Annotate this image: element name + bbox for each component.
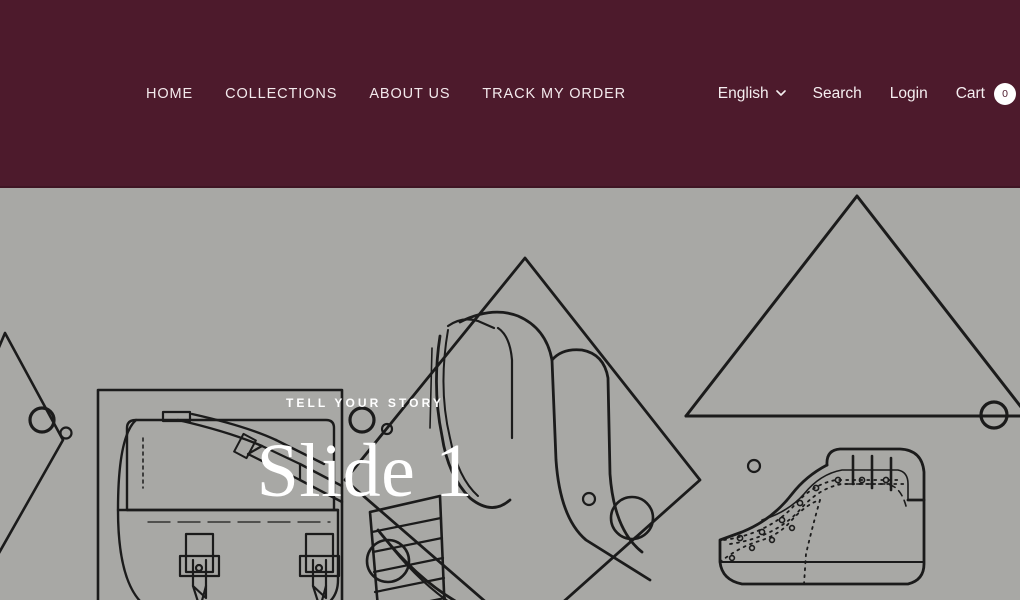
- cart-count-badge: 0: [994, 83, 1016, 105]
- cart-button[interactable]: Cart 0: [956, 74, 1016, 114]
- hero-slide[interactable]: TELL YOUR STORY Slide 1: [0, 188, 1020, 600]
- main-navigation: HOME COLLECTIONS ABOUT US TRACK MY ORDER…: [0, 74, 1020, 114]
- chevron-down-icon: [775, 88, 786, 97]
- primary-nav: HOME COLLECTIONS ABOUT US TRACK MY ORDER: [146, 74, 626, 114]
- utility-nav: English Search Login Cart 0: [718, 74, 1016, 114]
- search-button[interactable]: Search: [813, 74, 862, 114]
- search-button-label: Search: [812, 85, 862, 102]
- language-selector-label: English: [717, 85, 769, 102]
- hero-illustration: [0, 194, 1020, 600]
- login-button[interactable]: Login: [890, 74, 928, 114]
- nav-link-home[interactable]: HOME: [146, 74, 193, 114]
- language-selector[interactable]: English: [717, 74, 786, 114]
- login-button-label: Login: [889, 85, 928, 102]
- nav-link-collections[interactable]: COLLECTIONS: [225, 74, 337, 114]
- nav-link-track-my-order[interactable]: TRACK MY ORDER: [482, 74, 626, 114]
- nav-link-about-us[interactable]: ABOUT US: [369, 74, 450, 114]
- slideshow-page: HOME COLLECTIONS ABOUT US TRACK MY ORDER…: [0, 0, 1020, 600]
- cart-button-label: Cart: [955, 85, 985, 102]
- site-header: HOME COLLECTIONS ABOUT US TRACK MY ORDER…: [0, 0, 1020, 188]
